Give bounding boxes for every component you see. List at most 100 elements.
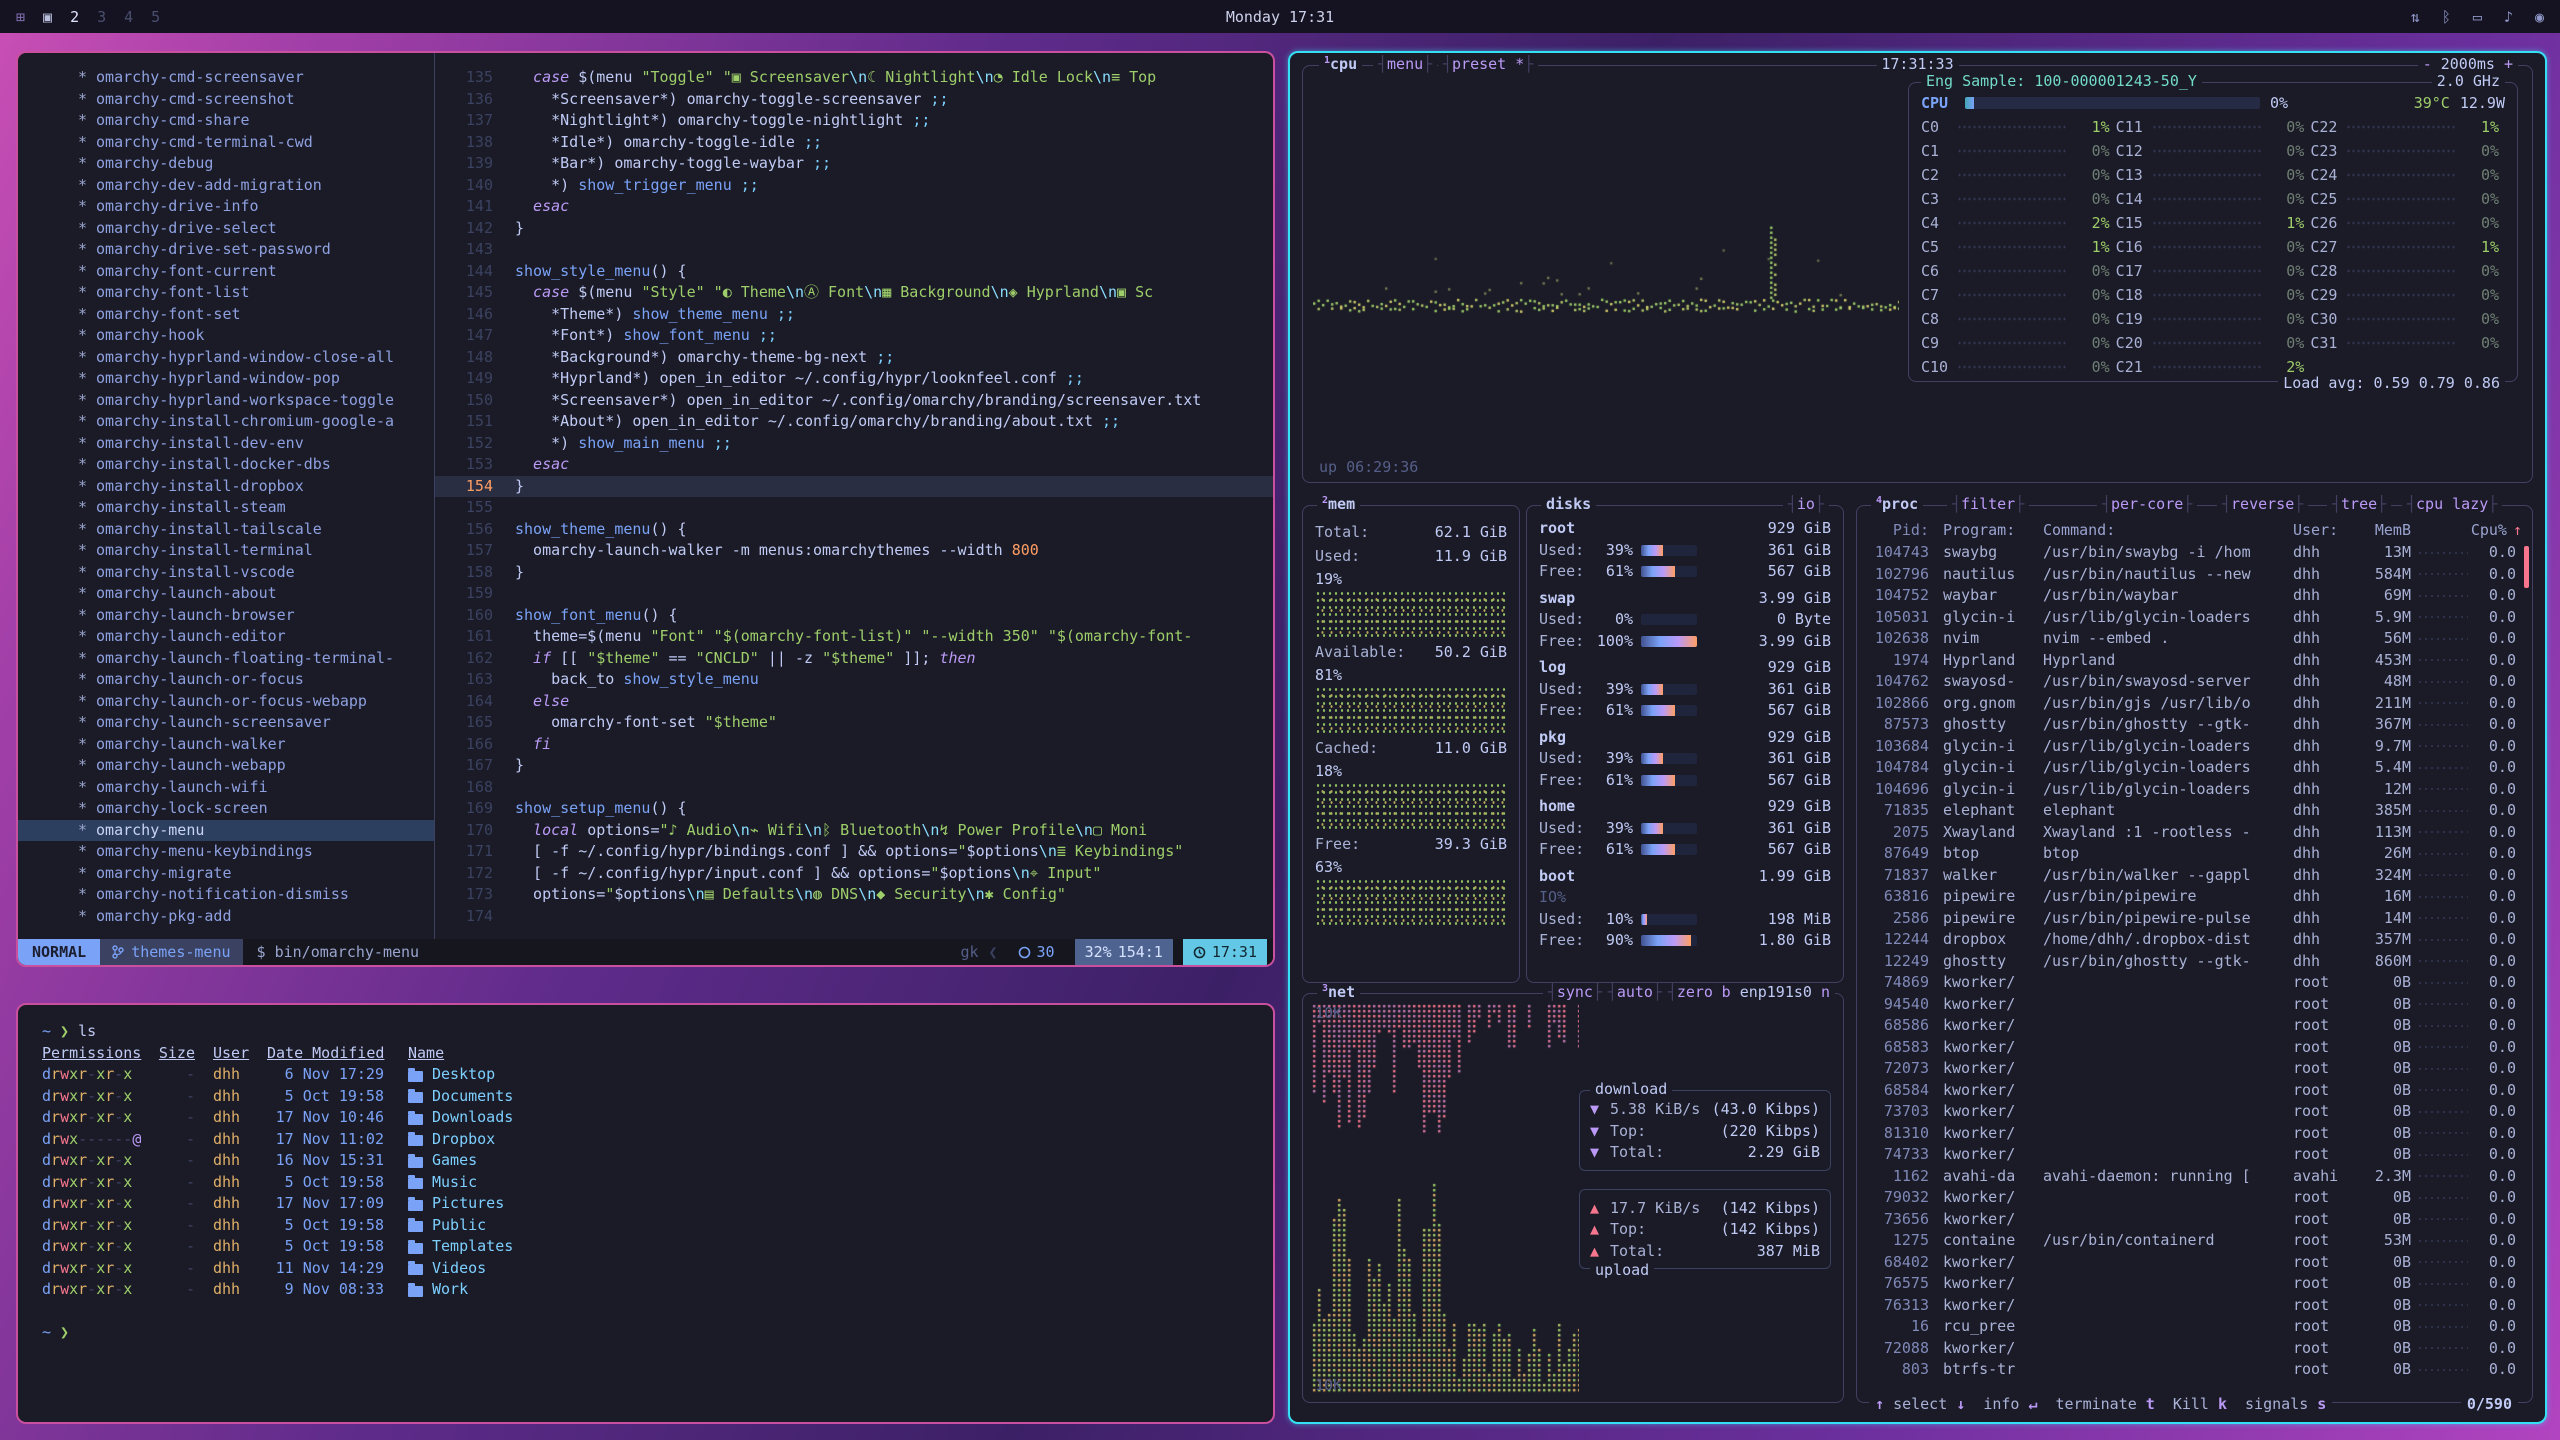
process-row[interactable]: 73656kworker/root0B0.0 <box>1869 1209 2522 1231</box>
file-list-item[interactable]: *omarchy-install-dev-env <box>78 433 428 455</box>
process-row[interactable]: 16rcu_preeroot0B0.0 <box>1869 1316 2522 1338</box>
code-line[interactable]: 136 *Screensaver*) omarchy-toggle-screen… <box>435 89 1273 111</box>
code-line[interactable]: 142} <box>435 218 1273 240</box>
process-row[interactable]: 87573ghostty/usr/bin/ghostty --gtk-dhh36… <box>1869 714 2522 736</box>
file-list-item[interactable]: *omarchy-font-current <box>78 261 428 283</box>
file-list-item[interactable]: *omarchy-cmd-screensaver <box>78 67 428 89</box>
file-name[interactable]: Downloads <box>408 1107 513 1129</box>
menu-button[interactable]: menu <box>1373 55 1437 73</box>
file-name[interactable]: Videos <box>408 1258 486 1280</box>
file-list-item[interactable]: *omarchy-font-set <box>78 304 428 326</box>
process-row[interactable]: 1275containe/usr/bin/containerdroot53M0.… <box>1869 1230 2522 1252</box>
file-list-item[interactable]: *omarchy-hook <box>78 325 428 347</box>
file-list-item[interactable]: *omarchy-launch-webapp <box>78 755 428 777</box>
file-list-item[interactable]: *omarchy-notification-dismiss <box>78 884 428 906</box>
code-line[interactable]: 157 omarchy-launch-walker -m menus:omarc… <box>435 540 1273 562</box>
code-line[interactable]: 145 case $(menu "Style" "◐ Theme\nⒶ Font… <box>435 282 1273 304</box>
code-line[interactable]: 163 back_to show_style_menu <box>435 669 1273 691</box>
code-line[interactable]: 156show_theme_menu() { <box>435 519 1273 541</box>
file-name[interactable]: Pictures <box>408 1193 504 1215</box>
code-line[interactable]: 138 *Idle*) omarchy-toggle-idle ;; <box>435 132 1273 154</box>
power-icon[interactable]: ◉ <box>2535 8 2544 26</box>
process-row[interactable]: 74733kworker/root0B0.0 <box>1869 1144 2522 1166</box>
process-row[interactable]: 2075XwaylandXwayland :1 -rootless -dhh11… <box>1869 822 2522 844</box>
auto-toggle[interactable]: auto <box>1603 983 1667 1001</box>
process-row[interactable]: 103684glycin-i/usr/lib/glycin-loadersdhh… <box>1869 736 2522 758</box>
preset-button[interactable]: preset * <box>1438 55 1538 73</box>
code-line[interactable]: 152 *) show_main_menu ;; <box>435 433 1273 455</box>
filter-button[interactable]: filter <box>1947 495 2029 513</box>
file-list-item[interactable]: *omarchy-launch-screensaver <box>78 712 428 734</box>
process-row[interactable]: 104743swaybg/usr/bin/swaybg -i /homdhh13… <box>1869 542 2522 564</box>
code-line[interactable]: 146 *Theme*) show_theme_menu ;; <box>435 304 1273 326</box>
process-row[interactable]: 68586kworker/root0B0.0 <box>1869 1015 2522 1037</box>
proc-box-title[interactable]: 4proc <box>1871 495 1923 513</box>
file-name[interactable]: Music <box>408 1172 477 1194</box>
process-row[interactable]: 72088kworker/root0B0.0 <box>1869 1338 2522 1360</box>
code-line[interactable]: 144show_style_menu() { <box>435 261 1273 283</box>
refresh-control[interactable]: - 2000ms + <box>2418 55 2518 73</box>
process-row[interactable]: 76575kworker/root0B0.0 <box>1869 1273 2522 1295</box>
code-line[interactable]: 164 else <box>435 691 1273 713</box>
code-line[interactable]: 140 *) show_trigger_menu ;; <box>435 175 1273 197</box>
process-row[interactable]: 68584kworker/root0B0.0 <box>1869 1080 2522 1102</box>
code-line[interactable]: 173 options="$options\n▤ Defaults\n◍ DNS… <box>435 884 1273 906</box>
file-list-item[interactable]: *omarchy-launch-editor <box>78 626 428 648</box>
file-list-item[interactable]: *omarchy-install-dropbox <box>78 476 428 498</box>
process-row[interactable]: 71835elephantelephantdhh385M0.0 <box>1869 800 2522 822</box>
process-row[interactable]: 104752waybar/usr/bin/waybardhh69M0.0 <box>1869 585 2522 607</box>
code-line[interactable]: 160show_font_menu() { <box>435 605 1273 627</box>
code-line[interactable]: 154} <box>435 476 1273 498</box>
footer-action-select[interactable]: ↑ select ↓ <box>1875 1395 1965 1413</box>
code-line[interactable]: 153 esac <box>435 454 1273 476</box>
audio-icon[interactable]: ♪ <box>2504 8 2513 26</box>
file-list-item[interactable]: *omarchy-debug <box>78 153 428 175</box>
file-list-item[interactable]: *omarchy-hyprland-window-pop <box>78 368 428 390</box>
display-icon[interactable]: ▭ <box>2473 8 2482 26</box>
process-row[interactable]: 12244dropbox/home/dhh/.dropbox-distdhh35… <box>1869 929 2522 951</box>
process-row[interactable]: 71837walker/usr/bin/walker --gappldhh324… <box>1869 865 2522 887</box>
disks-box-title[interactable]: disks <box>1541 495 1596 513</box>
footer-action-info[interactable]: info ↵ <box>1983 1395 2037 1413</box>
code-line[interactable]: 141 esac <box>435 196 1273 218</box>
reverse-toggle[interactable]: reverse <box>2217 495 2308 513</box>
process-row[interactable]: 2586pipewire/usr/bin/pipewire-pulsedhh14… <box>1869 908 2522 930</box>
file-name[interactable]: Templates <box>408 1236 513 1258</box>
file-name[interactable]: Work <box>408 1279 468 1301</box>
file-list-item[interactable]: *omarchy-install-tailscale <box>78 519 428 541</box>
terminal-window[interactable]: ~❯ls PermissionsSizeUserDate ModifiedNam… <box>16 1003 1275 1424</box>
file-list-item[interactable]: *omarchy-install-docker-dbs <box>78 454 428 476</box>
network-icon[interactable]: ⇅ <box>2411 8 2420 26</box>
file-list-item[interactable]: *omarchy-launch-or-focus-webapp <box>78 691 428 713</box>
cpu-lazy-toggle[interactable]: cpu lazy <box>2402 495 2502 513</box>
file-list-item[interactable]: *omarchy-launch-browser <box>78 605 428 627</box>
process-row[interactable]: 74869kworker/root0B0.0 <box>1869 972 2522 994</box>
file-list-item[interactable]: *omarchy-hyprland-window-close-all <box>78 347 428 369</box>
file-list-item[interactable]: *omarchy-cmd-screenshot <box>78 89 428 111</box>
process-row[interactable]: 76313kworker/root0B0.0 <box>1869 1295 2522 1317</box>
process-row[interactable]: 72073kworker/root0B0.0 <box>1869 1058 2522 1080</box>
io-toggle[interactable]: io <box>1783 495 1829 513</box>
process-row[interactable]: 102638nvimnvim --embed .dhh56M0.0 <box>1869 628 2522 650</box>
file-list-item[interactable]: *omarchy-font-list <box>78 282 428 304</box>
sync-toggle[interactable]: sync <box>1543 983 1607 1001</box>
footer-action-terminate[interactable]: terminate t <box>2056 1395 2155 1413</box>
proc-scrollbar[interactable] <box>2524 546 2529 588</box>
code-line[interactable]: 147 *Font*) show_font_menu ;; <box>435 325 1273 347</box>
code-line[interactable]: 171 [ -f ~/.config/hypr/bindings.conf ] … <box>435 841 1273 863</box>
code-line[interactable]: 139 *Bar*) omarchy-toggle-waybar ;; <box>435 153 1273 175</box>
process-row[interactable]: 1974HyprlandHyprlanddhh453M0.0 <box>1869 650 2522 672</box>
net-box-title[interactable]: 3net <box>1317 983 1360 1001</box>
file-name[interactable]: Games <box>408 1150 477 1172</box>
proc-header[interactable]: Pid: Program: Command: User: MemB Cpu% ↑ <box>1869 518 2522 542</box>
file-list-item[interactable]: *omarchy-migrate <box>78 863 428 885</box>
process-row[interactable]: 68583kworker/root0B0.0 <box>1869 1037 2522 1059</box>
process-row[interactable]: 94540kworker/root0B0.0 <box>1869 994 2522 1016</box>
code-line[interactable]: 167} <box>435 755 1273 777</box>
mem-box-title[interactable]: 2mem <box>1317 495 1360 513</box>
code-line[interactable]: 165 omarchy-font-set "$theme" <box>435 712 1273 734</box>
file-list-item[interactable]: *omarchy-menu-keybindings <box>78 841 428 863</box>
file-list-item[interactable]: *omarchy-launch-walker <box>78 734 428 756</box>
code-line[interactable]: 158} <box>435 562 1273 584</box>
process-row[interactable]: 104696glycin-i/usr/lib/glycin-loadersdhh… <box>1869 779 2522 801</box>
